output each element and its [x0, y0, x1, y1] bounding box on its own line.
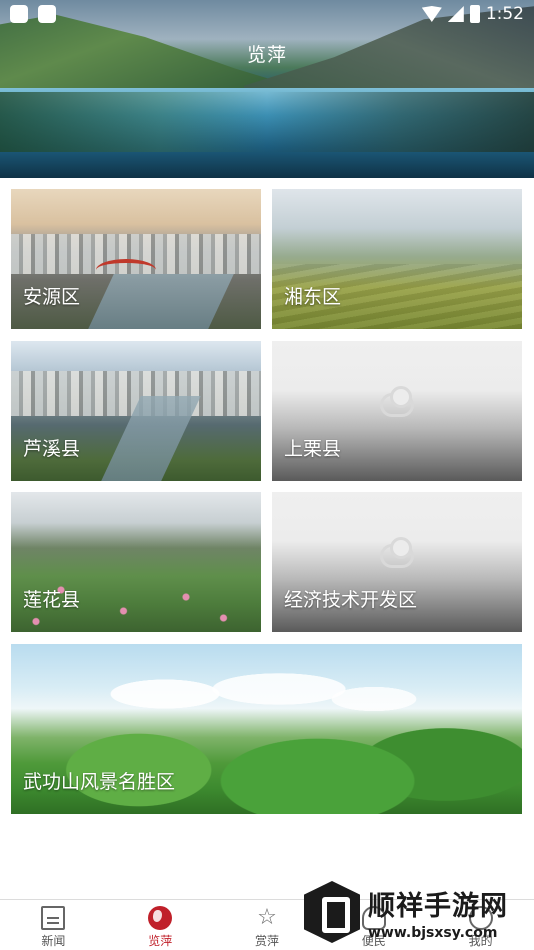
tile-image-hills [11, 704, 522, 814]
nav-tab-browse[interactable]: 览萍 [107, 900, 214, 950]
banner-reflection [0, 92, 534, 152]
wifi-icon [421, 6, 442, 22]
district-tile-xiangdong[interactable]: 湘东区 [272, 189, 522, 329]
image-placeholder-icon [380, 386, 414, 417]
tile-label: 安源区 [23, 286, 81, 308]
district-tile-luxi[interactable]: 芦溪县 [11, 341, 261, 481]
status-time: 1:52 [485, 4, 524, 24]
notification-app-icon [10, 5, 28, 23]
district-tile-econ-dev-zone[interactable]: 经济技术开发区 [272, 492, 522, 632]
battery-icon [469, 5, 480, 23]
star-icon: ☆ [257, 905, 277, 930]
tile-label: 莲花县 [23, 589, 81, 611]
nav-tab-label: 览萍 [148, 934, 173, 948]
tile-label: 芦溪县 [23, 438, 81, 460]
district-tile-wugongshan[interactable]: 武功山风景名胜区 [11, 644, 522, 814]
watermark-title: 顺祥手游网 [368, 890, 508, 922]
watermark-logo-icon [304, 881, 360, 943]
watermark-url: www.bjsxsy.com [368, 924, 498, 941]
watermark: 顺祥手游网 www.bjsxsy.com [304, 876, 532, 948]
header-banner: 览萍 1:52 [0, 0, 534, 178]
signal-icon [447, 6, 464, 22]
page-title: 览萍 [246, 44, 287, 66]
district-tile-shangli[interactable]: 上栗县 [272, 341, 522, 481]
nav-tab-label: 新闻 [41, 934, 66, 948]
status-bar: 1:52 [0, 0, 534, 30]
tile-label: 经济技术开发区 [284, 589, 418, 611]
tile-label: 湘东区 [284, 286, 342, 308]
tile-label: 武功山风景名胜区 [23, 771, 176, 793]
notification-app-icon [38, 5, 56, 23]
tile-image-bridge [96, 259, 156, 281]
nav-tab-news[interactable]: 新闻 [0, 900, 107, 950]
tile-image-river [88, 274, 234, 329]
image-placeholder-icon [380, 537, 414, 568]
district-tile-anyuan[interactable]: 安源区 [11, 189, 261, 329]
tile-label: 上栗县 [284, 438, 342, 460]
nav-tab-label: 赏萍 [254, 934, 279, 948]
globe-icon [148, 906, 173, 930]
news-icon [41, 906, 66, 930]
district-tile-lianhua[interactable]: 莲花县 [11, 492, 261, 632]
